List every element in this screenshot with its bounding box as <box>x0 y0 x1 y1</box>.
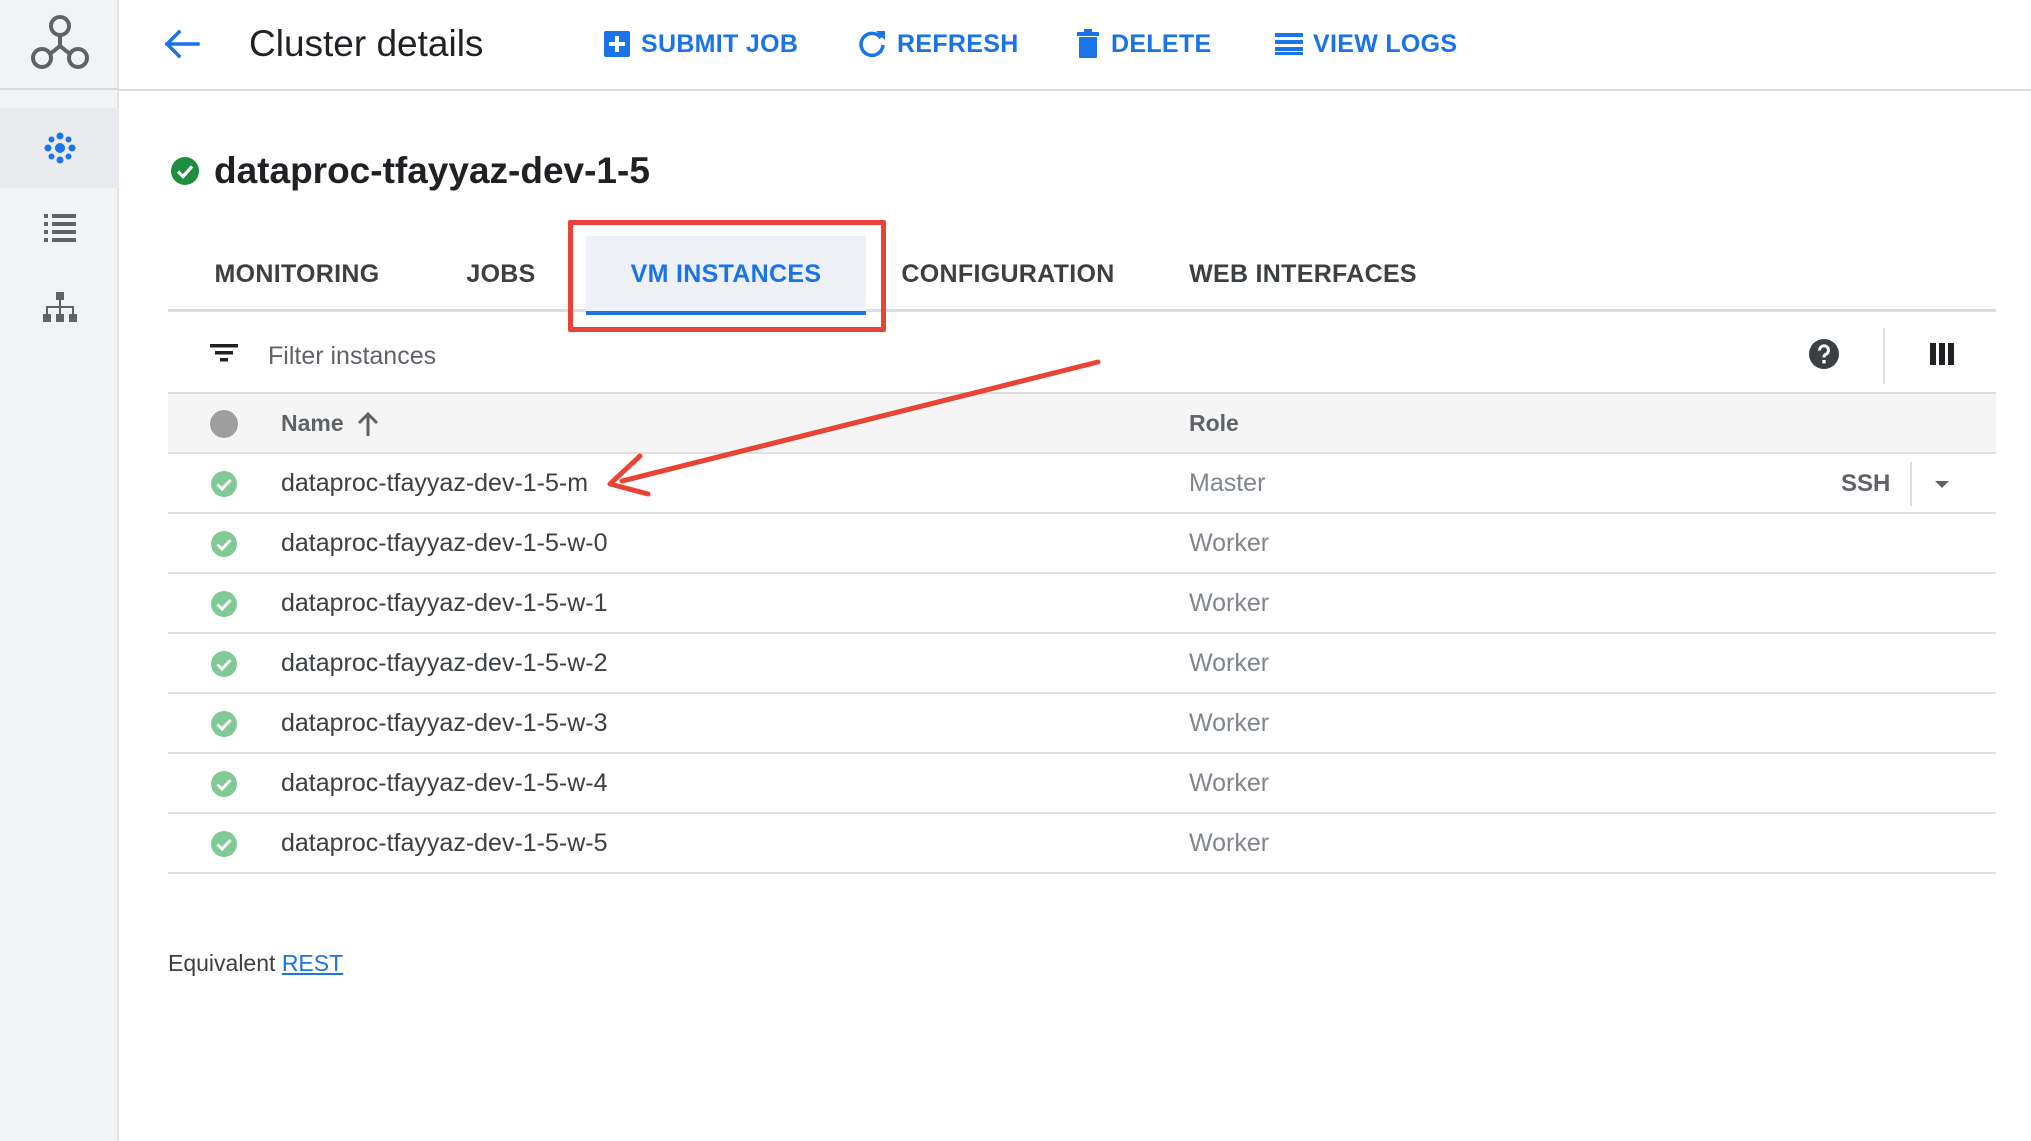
instance-name[interactable]: dataproc-tfayyaz-dev-1-5-w-5 <box>281 829 608 858</box>
name-column-label: Name <box>281 410 344 436</box>
cluster-heading: dataproc-tfayyaz-dev-1-5 <box>170 150 650 192</box>
check-circle-icon <box>171 157 199 185</box>
instance-name[interactable]: dataproc-tfayyaz-dev-1-5-w-1 <box>281 589 608 618</box>
sort-ascending-icon <box>357 411 378 436</box>
table-row[interactable]: dataproc-tfayyaz-dev-1-5-w-5 Worker <box>168 814 1996 874</box>
view-logs-label: VIEW LOGS <box>1313 29 1458 58</box>
add-box-icon <box>604 31 630 57</box>
instance-role: Worker <box>1189 829 1270 857</box>
tab-configuration[interactable]: CONFIGURATION <box>878 236 1138 312</box>
vm-instances-table: Name Role dataproc-tfayyaz-dev-1-5-m Mas… <box>168 394 1996 874</box>
ssh-button[interactable]: SSH <box>1841 466 1890 502</box>
check-circle-icon <box>211 711 237 737</box>
check-circle-icon <box>211 831 237 857</box>
footer-prefix: Equivalent <box>168 950 276 976</box>
refresh-label: REFRESH <box>897 29 1019 58</box>
instance-role: Worker <box>1189 589 1270 617</box>
check-circle-icon <box>211 471 237 497</box>
refresh-button[interactable]: REFRESH <box>857 24 1019 64</box>
table-row[interactable]: dataproc-tfayyaz-dev-1-5-w-4 Worker <box>168 754 1996 814</box>
back-button[interactable] <box>157 22 207 66</box>
check-circle-icon <box>211 531 237 557</box>
delete-button[interactable]: DELETE <box>1075 24 1211 64</box>
tab-web-interfaces[interactable]: WEB INTERFACES <box>1168 236 1438 312</box>
instance-name[interactable]: dataproc-tfayyaz-dev-1-5-w-0 <box>281 529 608 558</box>
tab-jobs[interactable]: JOBS <box>426 236 576 312</box>
dataproc-logo-icon[interactable] <box>0 0 119 90</box>
table-row[interactable]: dataproc-tfayyaz-dev-1-5-w-0 Worker <box>168 514 1996 574</box>
clusters-icon[interactable] <box>0 108 119 188</box>
tab-bar: MONITORING JOBS VM INSTANCES CONFIGURATI… <box>168 236 1996 315</box>
help-icon[interactable] <box>1808 338 1840 370</box>
filter-bar <box>168 318 1996 394</box>
instance-name[interactable]: dataproc-tfayyaz-dev-1-5-w-2 <box>281 649 608 678</box>
dropdown-arrow-icon[interactable] <box>1928 468 1956 500</box>
table-row[interactable]: dataproc-tfayyaz-dev-1-5-w-2 Worker <box>168 634 1996 694</box>
instance-name[interactable]: dataproc-tfayyaz-dev-1-5-w-3 <box>281 709 608 738</box>
instance-role: Worker <box>1189 769 1270 797</box>
role-column-header[interactable]: Role <box>1189 410 1239 437</box>
table-row[interactable]: dataproc-tfayyaz-dev-1-5-m Master SSH <box>168 454 1996 514</box>
instance-role: Worker <box>1189 649 1270 677</box>
jobs-list-icon[interactable] <box>0 188 119 268</box>
delete-label: DELETE <box>1111 29 1212 58</box>
equivalent-rest-footer: Equivalent REST <box>168 950 343 977</box>
cluster-name: dataproc-tfayyaz-dev-1-5 <box>214 150 650 191</box>
column-display-icon[interactable] <box>1928 340 1956 368</box>
instance-role: Master <box>1189 469 1266 497</box>
check-circle-icon <box>211 771 237 797</box>
filter-icon[interactable] <box>210 342 238 364</box>
submit-job-label: SUBMIT JOB <box>641 29 799 58</box>
page-title: Cluster details <box>249 23 484 64</box>
toolbar-divider <box>1883 328 1885 384</box>
instance-name[interactable]: dataproc-tfayyaz-dev-1-5-m <box>281 469 588 498</box>
ssh-divider <box>1910 462 1912 506</box>
instance-role: Worker <box>1189 709 1270 737</box>
left-rail <box>0 0 119 1141</box>
filter-input[interactable] <box>268 334 968 378</box>
table-row[interactable]: dataproc-tfayyaz-dev-1-5-w-1 Worker <box>168 574 1996 634</box>
table-row[interactable]: dataproc-tfayyaz-dev-1-5-w-3 Worker <box>168 694 1996 754</box>
arrow-back-icon <box>164 29 200 59</box>
refresh-icon <box>859 31 885 58</box>
select-all-checkbox[interactable] <box>210 410 238 438</box>
view-logs-button[interactable]: VIEW LOGS <box>1275 24 1457 64</box>
workflows-icon[interactable] <box>0 268 119 348</box>
tab-vm-instances[interactable]: VM INSTANCES <box>586 236 866 315</box>
submit-job-button[interactable]: SUBMIT JOB <box>603 24 798 64</box>
page-header: Cluster details SUBMIT JOB REFRESH DELET… <box>119 0 2031 91</box>
check-circle-icon <box>211 651 237 677</box>
tab-monitoring[interactable]: MONITORING <box>168 236 426 312</box>
table-header-row: Name Role <box>168 394 1996 454</box>
instance-role: Worker <box>1189 529 1270 557</box>
list-icon <box>1275 33 1303 55</box>
trash-icon <box>1077 29 1099 58</box>
check-circle-icon <box>211 591 237 617</box>
instance-name[interactable]: dataproc-tfayyaz-dev-1-5-w-4 <box>281 769 608 798</box>
name-column-header[interactable]: Name <box>281 410 380 437</box>
rest-link[interactable]: REST <box>282 950 343 976</box>
